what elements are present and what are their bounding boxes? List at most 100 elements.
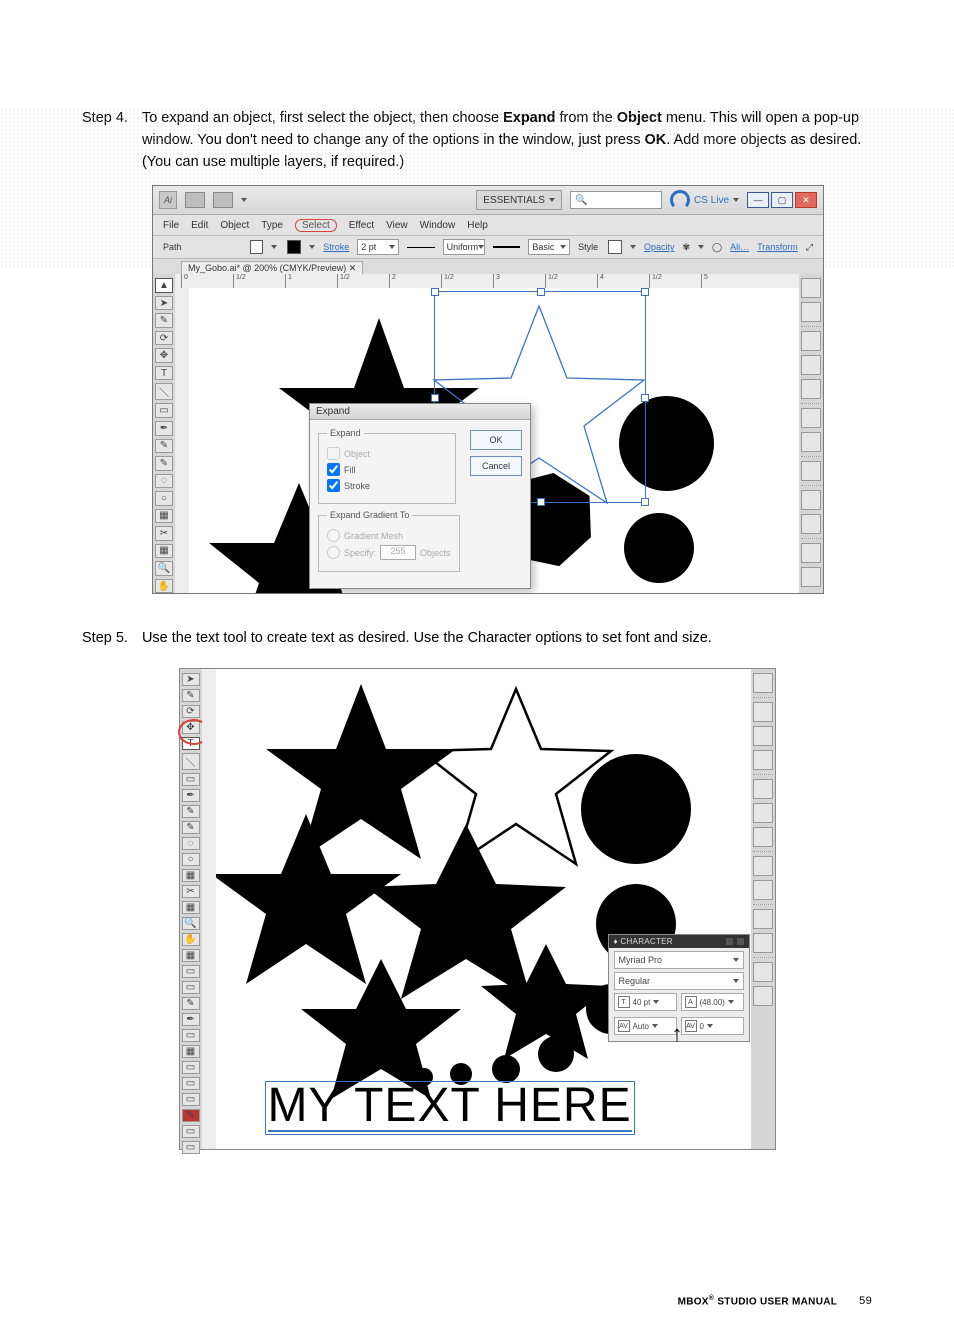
- artboard-tool[interactable]: ▦: [182, 1045, 200, 1058]
- type-tool[interactable]: T: [182, 737, 200, 750]
- pencil-tool[interactable]: ✎: [155, 439, 173, 454]
- blob-brush-tool[interactable]: ✎: [182, 821, 200, 834]
- font-size-input[interactable]: T40 pt: [614, 993, 677, 1011]
- gradient-panel-icon[interactable]: [753, 803, 773, 823]
- slice-tool[interactable]: ▭: [182, 1061, 200, 1074]
- type-tool[interactable]: T: [155, 366, 173, 381]
- pen-tool[interactable]: ✥: [155, 348, 173, 363]
- menu-file[interactable]: File: [163, 220, 179, 231]
- swatches-icon[interactable]: [753, 702, 773, 722]
- shape-builder-tool[interactable]: 🔍: [182, 917, 200, 930]
- stroke-panel-icon[interactable]: [753, 779, 773, 799]
- layers-icon[interactable]: [753, 909, 773, 929]
- direct-select-tool[interactable]: ➤: [155, 296, 173, 311]
- minimize-button[interactable]: —: [747, 192, 769, 208]
- profile-dropdown[interactable]: Uniform: [443, 239, 485, 255]
- transparency-icon[interactable]: [753, 827, 773, 847]
- rotate-tool[interactable]: ○: [155, 491, 173, 506]
- lasso-tool[interactable]: ⟳: [182, 705, 200, 718]
- stroke-panel-icon[interactable]: [801, 408, 821, 428]
- maximize-button[interactable]: ▢: [771, 192, 793, 208]
- screen-mode-icon[interactable]: ▭: [182, 1141, 200, 1154]
- bridge-icon[interactable]: [185, 192, 205, 208]
- scale-tool[interactable]: ▦: [155, 509, 173, 524]
- fill-checkbox[interactable]: [327, 463, 340, 476]
- brush-tool[interactable]: ✒: [182, 789, 200, 802]
- swatches-icon[interactable]: [801, 331, 821, 351]
- magic-wand-tool[interactable]: ✎: [182, 689, 200, 702]
- symbols-icon[interactable]: [753, 750, 773, 770]
- rotate-tool[interactable]: ○: [182, 853, 200, 866]
- menu-effect[interactable]: Effect: [349, 220, 374, 231]
- panel-collapse-icon[interactable]: [726, 938, 733, 945]
- eyedropper-tool[interactable]: ▭: [182, 981, 200, 994]
- cancel-button[interactable]: Cancel: [470, 456, 522, 476]
- width-tool[interactable]: ✂: [182, 885, 200, 898]
- scale-tool[interactable]: ▦: [182, 869, 200, 882]
- lasso-tool[interactable]: ⟳: [155, 331, 173, 346]
- arrange-icon[interactable]: [213, 192, 233, 208]
- direct-select-tool[interactable]: ➤: [182, 673, 200, 686]
- fill-stroke-swap[interactable]: ✎: [182, 1109, 200, 1122]
- mesh-tool[interactable]: ▦: [182, 949, 200, 962]
- panel-menu-icon[interactable]: [737, 938, 744, 945]
- menu-edit[interactable]: Edit: [191, 220, 208, 231]
- close-button[interactable]: ✕: [795, 192, 817, 208]
- canvas[interactable]: [216, 669, 751, 1149]
- graphic-styles-icon[interactable]: [801, 514, 821, 534]
- brush-tool[interactable]: ✒: [155, 421, 173, 436]
- brush-dropdown[interactable]: Basic: [528, 239, 570, 255]
- gradient-tool[interactable]: ▭: [182, 965, 200, 978]
- color-guide-icon[interactable]: [801, 302, 821, 322]
- pen-tool[interactable]: ✥: [182, 721, 200, 734]
- blend-tool[interactable]: ✎: [182, 997, 200, 1010]
- graph-tool[interactable]: ▭: [182, 1029, 200, 1042]
- symbols-icon[interactable]: [801, 379, 821, 399]
- document-tab[interactable]: My_Gobo.ai* @ 200% (CMYK/Preview) ✕: [181, 261, 363, 275]
- doc-setup-icon[interactable]: ◯: [712, 242, 722, 253]
- blob-brush-tool[interactable]: ✎: [155, 456, 173, 471]
- search-input[interactable]: 🔍: [570, 191, 662, 209]
- isolate-icon[interactable]: ⤢: [806, 242, 813, 253]
- width-tool[interactable]: ✂: [155, 526, 173, 541]
- paragraph-panel-icon[interactable]: [753, 986, 773, 1006]
- kerning-input[interactable]: AVAuto: [614, 1017, 677, 1035]
- graphic-styles-icon[interactable]: [753, 880, 773, 900]
- recolor-icon[interactable]: ✾: [682, 242, 690, 253]
- style-swatch[interactable]: [608, 240, 622, 254]
- menu-window[interactable]: Window: [420, 220, 456, 231]
- artboards-icon[interactable]: [801, 567, 821, 587]
- magic-wand-tool[interactable]: ✎: [155, 313, 173, 328]
- zoom-tool[interactable]: 🔍: [155, 561, 173, 576]
- rectangle-tool[interactable]: ▭: [182, 773, 200, 786]
- selection-tool[interactable]: ▲: [155, 278, 173, 293]
- ok-button[interactable]: OK: [470, 430, 522, 450]
- line-tool[interactable]: ＼: [182, 753, 200, 770]
- transparency-icon[interactable]: [801, 461, 821, 481]
- appearance-icon[interactable]: [753, 856, 773, 876]
- brushes-icon[interactable]: [801, 355, 821, 375]
- font-family-dropdown[interactable]: Myriad Pro: [614, 951, 744, 969]
- pencil-tool[interactable]: ✎: [182, 805, 200, 818]
- perspective-tool[interactable]: ✋: [182, 933, 200, 946]
- draw-mode-icon[interactable]: ▭: [182, 1125, 200, 1138]
- brushes-icon[interactable]: [753, 726, 773, 746]
- tracking-input[interactable]: AV0: [681, 1017, 744, 1035]
- free-transform-tool[interactable]: ▦: [155, 544, 173, 559]
- stroke-swatch[interactable]: [287, 240, 301, 254]
- rectangle-tool[interactable]: ▭: [155, 403, 173, 418]
- eraser-tool[interactable]: ◌: [182, 837, 200, 850]
- free-transform-tool[interactable]: ▦: [182, 901, 200, 914]
- menu-object[interactable]: Object: [220, 220, 249, 231]
- menu-select[interactable]: Select: [295, 219, 337, 232]
- transform-link[interactable]: Transform: [757, 242, 798, 252]
- tab-close-icon[interactable]: ✕: [349, 263, 357, 273]
- menu-view[interactable]: View: [386, 220, 408, 231]
- workspace-dropdown[interactable]: ESSENTIALS: [476, 190, 562, 210]
- sample-text-object[interactable]: MY TEXT HERE: [265, 1078, 635, 1135]
- line-tool[interactable]: ＼: [155, 383, 173, 400]
- stroke-checkbox[interactable]: [327, 479, 340, 492]
- stroke-weight-input[interactable]: 2 pt: [357, 239, 399, 255]
- cs-live-button[interactable]: CS Live: [670, 190, 739, 210]
- character-panel-icon[interactable]: [753, 962, 773, 982]
